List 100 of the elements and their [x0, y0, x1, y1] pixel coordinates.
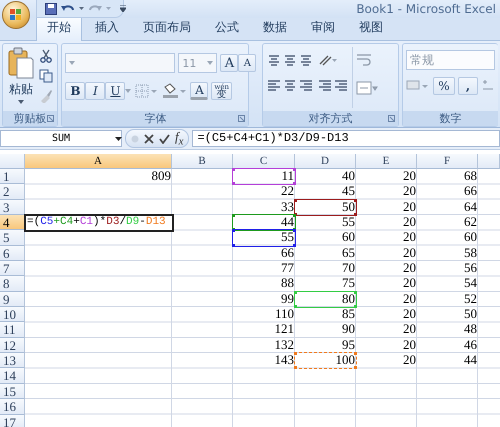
row-header[interactable]: 4 — [0, 215, 25, 230]
group-label: 剪贴板 — [3, 111, 58, 126]
row-header[interactable]: 7 — [0, 261, 25, 276]
row-header[interactable]: 5 — [0, 230, 25, 246]
paste-label[interactable]: 粘贴 — [9, 81, 33, 98]
group-label: 对齐方式 — [263, 111, 398, 126]
table-cell: 40 — [342, 168, 355, 183]
row-header[interactable]: 15 — [0, 384, 25, 400]
table-cell: 88 — [281, 275, 294, 290]
table-cell: 20 — [403, 183, 416, 198]
row-header[interactable]: 9 — [0, 292, 25, 308]
table-cell: 45 — [342, 183, 355, 198]
save-icon[interactable] — [45, 2, 57, 14]
table-cell: 85 — [342, 306, 355, 322]
table-cell: 50 — [464, 306, 477, 322]
dropdown-arrow-icon[interactable] — [115, 137, 122, 141]
cell-formula-editor[interactable]: =(C5+C4+C1)*D3/D9-D13 — [24, 214, 174, 232]
ribbon-tab[interactable]: 审阅 — [300, 15, 346, 40]
row-header[interactable]: 6 — [0, 246, 25, 262]
ribbon-tab[interactable]: 公式 — [204, 15, 250, 40]
table-cell: 20 — [403, 260, 416, 276]
table-cell: 99 — [281, 290, 294, 306]
dialog-launcher-icon[interactable] — [238, 115, 246, 122]
cancel-icon[interactable] — [144, 134, 154, 144]
table-cell: 20 — [403, 306, 416, 322]
bold-button[interactable]: B — [65, 82, 86, 100]
table-cell: 58 — [464, 244, 477, 260]
shrink-font-button[interactable]: A — [238, 54, 256, 72]
ribbon-tab[interactable]: 视图 — [348, 15, 394, 40]
dialog-launcher-icon[interactable] — [47, 115, 54, 122]
circle-icon — [131, 134, 139, 142]
fill-color-icon[interactable] — [161, 83, 188, 99]
table-cell: 20 — [403, 244, 416, 260]
row-header[interactable]: 2 — [0, 184, 25, 200]
row-header[interactable]: 14 — [0, 368, 25, 384]
table-cell: 11 — [281, 168, 294, 183]
group-label: 字体 — [62, 111, 248, 126]
table-cell: 90 — [342, 321, 355, 336]
table-cell: 55 — [281, 229, 294, 244]
row-header[interactable]: 8 — [0, 276, 25, 292]
ribbon-tab[interactable]: 数据 — [252, 15, 298, 40]
table-cell: 20 — [403, 352, 416, 368]
font-name-field[interactable] — [65, 53, 176, 73]
underline-button[interactable]: U — [105, 82, 126, 100]
customize-toolbar-icon[interactable] — [120, 5, 126, 12]
table-cell: 44 — [464, 352, 477, 368]
table-cell: 809 — [152, 168, 171, 183]
column-header[interactable]: C — [233, 154, 295, 169]
column-header[interactable]: F — [417, 154, 478, 169]
enter-icon[interactable] — [159, 134, 170, 144]
table-cell: 66 — [281, 244, 294, 260]
table-cell: 20 — [403, 336, 416, 352]
font-color-button[interactable]: A — [190, 82, 208, 100]
table-cell: 20 — [403, 290, 416, 306]
row-header[interactable]: 17 — [0, 414, 25, 427]
copy-icon[interactable] — [39, 69, 53, 83]
paste-icon[interactable] — [8, 47, 34, 79]
formula-field[interactable]: =(C5+C4+C1)*D3/D9-D13 — [192, 130, 500, 147]
ribbon-tab[interactable]: 页面布局 — [132, 15, 202, 40]
table-cell: 66 — [464, 183, 477, 198]
percent-button[interactable]: % — [433, 77, 455, 95]
group-label: 数字 — [403, 111, 498, 126]
row-header[interactable]: 12 — [0, 338, 25, 354]
table-cell: 95 — [342, 336, 355, 352]
row-header[interactable]: 3 — [0, 200, 25, 216]
window-title: Book1 - Microsoft Excel — [356, 2, 497, 16]
table-cell: 80 — [342, 290, 355, 306]
table-cell: 20 — [403, 168, 416, 183]
table-cell: 22 — [281, 183, 294, 198]
insert-function-button[interactable]: f$_{x}$ — [175, 129, 184, 148]
row-header[interactable]: 11 — [0, 322, 25, 338]
table-cell: 20 — [403, 275, 416, 290]
table-cell: 121 — [274, 321, 294, 336]
scissors-icon[interactable] — [39, 49, 53, 63]
row-header[interactable]: 16 — [0, 399, 25, 414]
table-cell: 70 — [342, 260, 355, 276]
table-cell: 60 — [464, 229, 477, 244]
table-cell: 65 — [342, 244, 355, 260]
ribbon-tab[interactable]: 插入 — [84, 15, 130, 40]
column-header[interactable]: A — [25, 154, 172, 169]
dialog-launcher-icon[interactable] — [388, 115, 395, 122]
table-cell: 75 — [342, 275, 355, 290]
table-cell: 50 — [342, 198, 355, 214]
row-header[interactable]: 1 — [0, 169, 25, 184]
italic-button[interactable]: I — [85, 82, 106, 100]
table-cell: 100 — [336, 352, 355, 368]
comma-button[interactable]: , — [458, 77, 478, 95]
grow-font-button[interactable]: A — [220, 54, 238, 72]
column-header[interactable]: B — [172, 154, 233, 169]
column-header[interactable]: E — [356, 154, 417, 169]
wrap-text-icon[interactable] — [356, 53, 372, 67]
row-header[interactable]: 13 — [0, 353, 25, 368]
row-header[interactable]: 10 — [0, 307, 25, 322]
table-cell: 20 — [403, 198, 416, 214]
column-header[interactable]: D — [295, 154, 356, 169]
table-cell: 20 — [403, 321, 416, 336]
table-cell: 62 — [464, 214, 477, 230]
table-cell: 64 — [464, 198, 477, 214]
merge-cells-icon[interactable] — [356, 81, 378, 95]
name-box[interactable]: SUM — [0, 130, 122, 147]
